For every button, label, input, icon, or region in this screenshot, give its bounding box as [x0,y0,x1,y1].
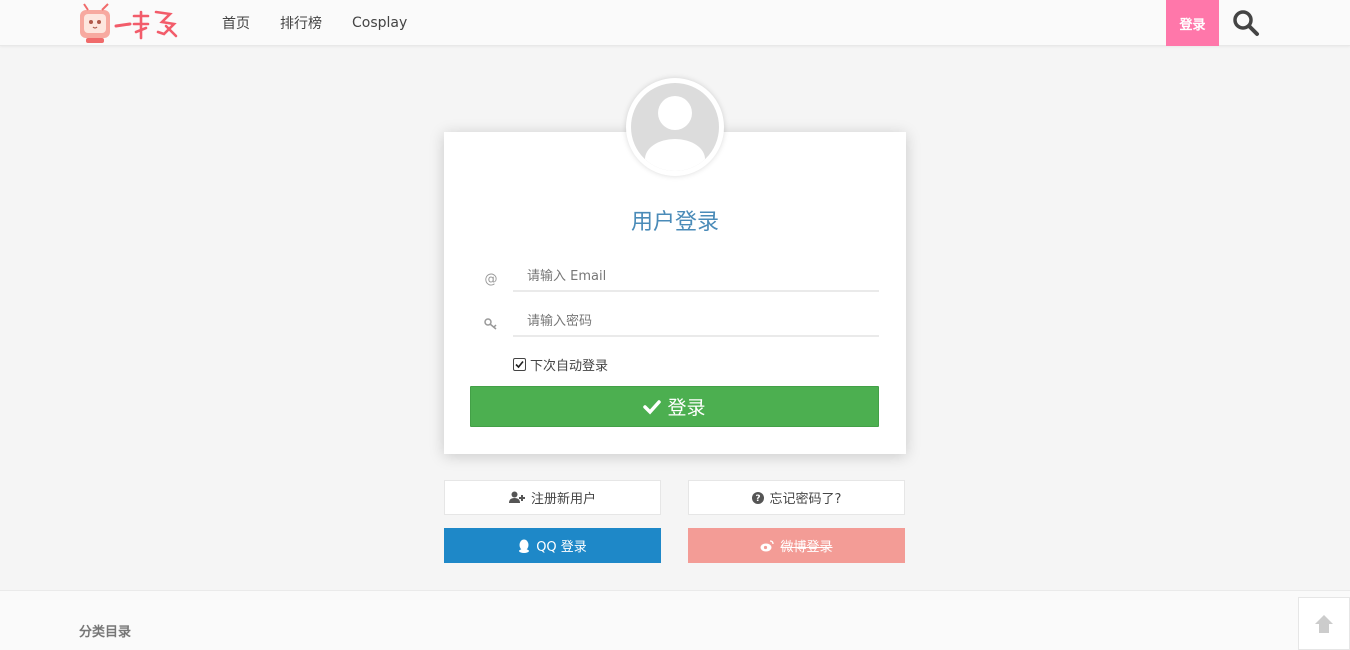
weibo-icon [760,539,775,551]
footer: 分类目录 [0,590,1350,650]
qq-login-label: QQ 登录 [536,540,587,555]
email-input[interactable] [513,262,879,292]
user-plus-icon [508,491,525,503]
avatar [626,78,724,176]
qq-login-button[interactable]: QQ 登录 [444,528,661,563]
weibo-login-label: 微博登录 [780,540,833,555]
password-input[interactable] [513,307,879,337]
key-icon [482,315,500,333]
qq-icon [519,539,530,553]
nav-cosplay[interactable]: Cosplay [352,15,407,31]
forgot-password-button[interactable]: ? 忘记密码了? [688,480,905,515]
check-icon [643,399,662,415]
login-submit-button[interactable]: 登录 [470,386,879,427]
header-login-button[interactable]: 登录 [1166,0,1219,46]
login-title: 用户登录 [630,210,719,235]
default-user-icon [631,83,719,171]
site-logo[interactable] [78,2,182,46]
weibo-login-button[interactable]: 微博登录 [688,528,905,563]
svg-text:?: ? [755,494,760,504]
register-button[interactable]: 注册新用户 [444,480,661,515]
remember-me[interactable]: 下次自动登录 [513,355,608,374]
forgot-password-label: 忘记密码了? [769,492,842,507]
register-label: 注册新用户 [530,492,596,507]
category-title: 分类目录 [79,625,132,640]
question-circle-icon: ? [751,491,764,504]
search-icon[interactable] [1232,9,1260,37]
main-nav: 首页 排行榜 Cosplay [222,0,437,46]
remember-label: 下次自动登录 [530,359,609,374]
nav-home[interactable]: 首页 [222,13,250,33]
arrow-up-icon [1315,614,1333,633]
at-icon: @ [484,271,498,287]
login-submit-label: 登录 [667,397,706,419]
nav-ranking[interactable]: 排行榜 [280,13,322,33]
login-card: 用户登录 @ 下次自动登录 登录 [444,132,906,454]
top-header: 首页 排行榜 Cosplay 登录 [0,0,1350,46]
back-to-top-button[interactable] [1298,597,1350,650]
remember-checkbox[interactable] [513,358,526,371]
